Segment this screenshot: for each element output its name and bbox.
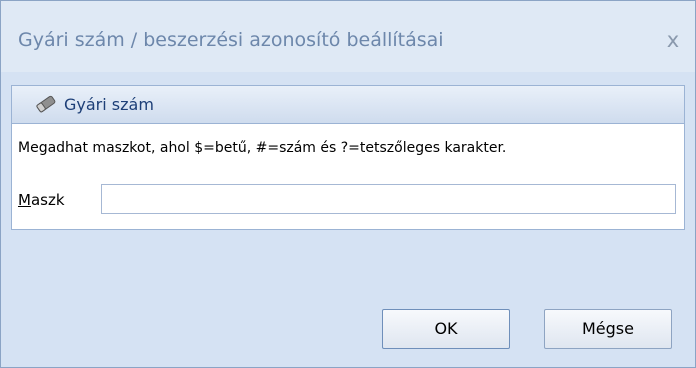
cancel-button[interactable]: Mégse xyxy=(544,309,672,349)
settings-dialog: Gyári szám / beszerzési azonosító beállí… xyxy=(0,0,696,368)
mask-label-rest: aszk xyxy=(30,191,65,209)
window-title: Gyári szám / beszerzési azonosító beállí… xyxy=(18,29,444,51)
serial-number-group: Gyári szám Megadhat maszkot, ahol $=betű… xyxy=(11,85,685,230)
title-bar[interactable]: Gyári szám / beszerzési azonosító beállí… xyxy=(1,1,695,72)
eraser-icon xyxy=(36,95,56,113)
group-title: Gyári szám xyxy=(64,95,154,114)
mask-label-mnemonic: M xyxy=(18,191,31,209)
mask-label: Maszk xyxy=(18,191,65,209)
ok-button[interactable]: OK xyxy=(382,309,510,349)
close-icon[interactable]: x xyxy=(659,27,687,53)
mask-input[interactable] xyxy=(101,184,676,214)
group-header: Gyári szám xyxy=(12,86,684,124)
mask-hint-text: Megadhat maszkot, ahol $=betű, #=szám és… xyxy=(18,140,507,156)
